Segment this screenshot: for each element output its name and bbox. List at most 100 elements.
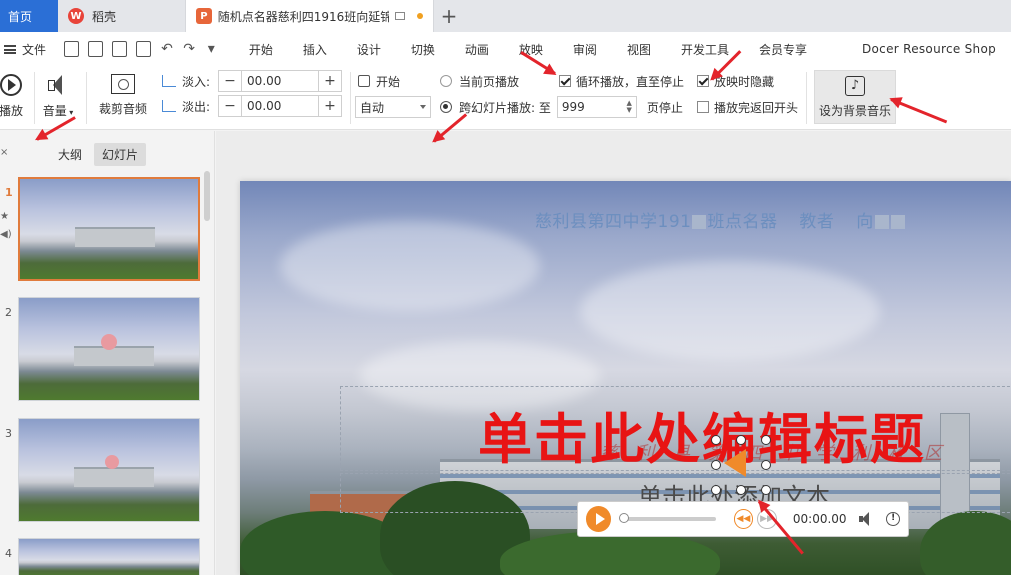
- tab-home[interactable]: 首页: [0, 0, 58, 32]
- audio-object-icon[interactable]: [724, 449, 746, 477]
- menu-docer-shop[interactable]: Docer Resource Shop: [822, 42, 1011, 56]
- info-icon[interactable]: !: [886, 512, 901, 526]
- undo-icon[interactable]: ↶: [160, 41, 173, 57]
- slide-panel: × 大纲 幻灯片 1 ★ ◀) 2 3 4: [0, 131, 215, 575]
- fade-out-decrease-button[interactable]: −: [219, 96, 241, 116]
- star-icon: ★: [0, 211, 9, 222]
- rewind-option[interactable]: 播放完返回开头: [697, 96, 798, 118]
- menu-member[interactable]: 会员专享: [744, 41, 822, 58]
- player-progress-knob[interactable]: [619, 513, 630, 523]
- thumbnail-building: [74, 346, 154, 366]
- spinner-arrows-icon[interactable]: ▲ ▼: [626, 100, 631, 114]
- fade-in-increase-button[interactable]: +: [319, 71, 341, 91]
- across-page-value: 999: [561, 100, 585, 114]
- resize-handle[interactable]: [761, 435, 771, 445]
- loop-label: 循环播放，直至停止: [576, 74, 685, 89]
- tab-docer[interactable]: W 稻壳: [58, 0, 186, 32]
- title-placeholder[interactable]: 单击此处编辑标题: [478, 395, 926, 474]
- fade-in-label: 淡入:: [182, 74, 211, 89]
- menu-home[interactable]: 开始: [234, 41, 288, 58]
- set-background-music-button[interactable]: ♪ 设为背景音乐: [814, 70, 896, 124]
- music-note-icon: ♪: [845, 76, 865, 96]
- save-icon[interactable]: [63, 41, 79, 57]
- redo-icon[interactable]: ↷: [183, 41, 196, 57]
- volume-button[interactable]: 音量 ▾: [38, 74, 78, 119]
- play-label: 播放: [0, 104, 23, 118]
- trim-audio-button[interactable]: 裁剪音频: [94, 74, 152, 117]
- player-play-button[interactable]: [586, 506, 612, 532]
- rewind-checkbox[interactable]: [697, 101, 709, 113]
- export-pdf-icon[interactable]: [87, 41, 104, 57]
- resize-handle[interactable]: [711, 460, 721, 470]
- start-select-value: 自动: [360, 100, 385, 115]
- tab-document[interactable]: P 随机点名器慈利四1916班向延锦: [186, 0, 434, 32]
- start-icon: [358, 75, 370, 87]
- fade-in-input[interactable]: 00.00: [241, 71, 320, 91]
- resize-handle[interactable]: [761, 460, 771, 470]
- thumbnail-building: [75, 227, 155, 247]
- fade-out-stepper[interactable]: − 00.00 +: [218, 95, 343, 117]
- play-across-radio[interactable]: [440, 101, 452, 113]
- play-current-radio[interactable]: [440, 75, 452, 87]
- start-select[interactable]: 自动: [355, 96, 431, 118]
- play-across-option[interactable]: 跨幻灯片播放: 至 999 ▲ ▼ 页停止: [440, 96, 683, 118]
- hide-label: 放映时隐藏: [714, 74, 775, 89]
- page-stop-label: 页停止: [646, 100, 683, 115]
- slide-thumbnail-2[interactable]: [18, 297, 200, 401]
- fade-out-increase-button[interactable]: +: [319, 96, 341, 116]
- panel-scrollbar[interactable]: [204, 171, 210, 221]
- rewind-icon[interactable]: ◀◀: [733, 509, 754, 529]
- fade-out-input[interactable]: 00.00: [241, 96, 320, 116]
- fade-out-group: 淡出: − 00.00 +: [162, 95, 343, 117]
- file-menu[interactable]: 文件: [0, 41, 55, 58]
- loop-checkbox[interactable]: [559, 75, 571, 87]
- menu-view[interactable]: 视图: [612, 41, 666, 58]
- player-progress-bar[interactable]: [619, 513, 716, 523]
- quick-access-dropdown-icon[interactable]: ▾: [205, 41, 218, 57]
- print-preview-icon[interactable]: [136, 41, 152, 57]
- set-background-music-label: 设为背景音乐: [818, 104, 891, 118]
- header-school: 慈利县第四中学191: [535, 212, 692, 232]
- menu-insert[interactable]: 插入: [288, 41, 342, 58]
- audio-ribbon: 播放 音量 ▾ 裁剪音频 淡入: − 00.00 + 淡出: − 00.00 +: [0, 66, 1011, 130]
- menu-developer[interactable]: 开发工具: [666, 41, 744, 58]
- redacted-block: [890, 215, 905, 229]
- menu-design[interactable]: 设计: [342, 41, 396, 58]
- new-tab-button[interactable]: +: [434, 0, 464, 32]
- player-volume-icon[interactable]: [858, 512, 875, 526]
- trim-audio-label: 裁剪音频: [98, 102, 147, 116]
- play-button[interactable]: 播放: [0, 74, 26, 119]
- fade-in-stepper[interactable]: − 00.00 +: [218, 70, 343, 92]
- slide-thumbnail-3[interactable]: [18, 418, 200, 522]
- menu-bar: 文件 ↶ ↷ ▾ 开始 插入 设计 切换 动画 放映 审阅 视图 开发工具 会员…: [0, 32, 1011, 66]
- menu-transition[interactable]: 切换: [396, 41, 450, 58]
- resize-handle[interactable]: [711, 485, 721, 495]
- slide-header-text: 慈利县第四中学191 班点名器 教者 向: [535, 207, 906, 232]
- unsaved-dot-icon: [417, 13, 423, 19]
- slide-editor[interactable]: 慈利县第四中学191 班点名器 教者 向 慈利县第四中学利校区 单击此处编辑标题 …: [240, 181, 1011, 575]
- resize-handle[interactable]: [711, 435, 721, 445]
- play-across-label: 跨幻灯片播放: 至: [459, 100, 551, 115]
- hamburger-icon: [4, 44, 16, 54]
- slide-thumbnail-1[interactable]: [18, 177, 200, 281]
- tab-slides[interactable]: 幻灯片: [94, 142, 147, 166]
- loop-option[interactable]: 循环播放，直至停止: [559, 70, 684, 92]
- resize-handle[interactable]: [736, 435, 746, 445]
- resize-handle[interactable]: [736, 485, 746, 495]
- tab-outline[interactable]: 大纲: [50, 143, 90, 166]
- across-page-input[interactable]: 999 ▲ ▼: [556, 96, 637, 118]
- redacted-block: [692, 215, 707, 229]
- menu-slideshow[interactable]: 放映: [504, 41, 558, 58]
- slide-thumbnail-4[interactable]: [18, 538, 200, 575]
- tab-document-label: 随机点名器慈利四1916班向延锦: [217, 9, 390, 24]
- menu-review[interactable]: 审阅: [558, 41, 612, 58]
- slide-number: 4: [5, 547, 12, 560]
- print-icon[interactable]: [112, 41, 128, 57]
- resize-handle[interactable]: [761, 485, 771, 495]
- menu-animation[interactable]: 动画: [450, 41, 504, 58]
- fade-in-decrease-button[interactable]: −: [219, 71, 241, 91]
- fade-out-icon: [162, 100, 176, 112]
- play-current-option[interactable]: 当前页播放: [440, 70, 519, 92]
- slide-number: 1: [5, 186, 13, 199]
- screen-icon[interactable]: [395, 12, 406, 20]
